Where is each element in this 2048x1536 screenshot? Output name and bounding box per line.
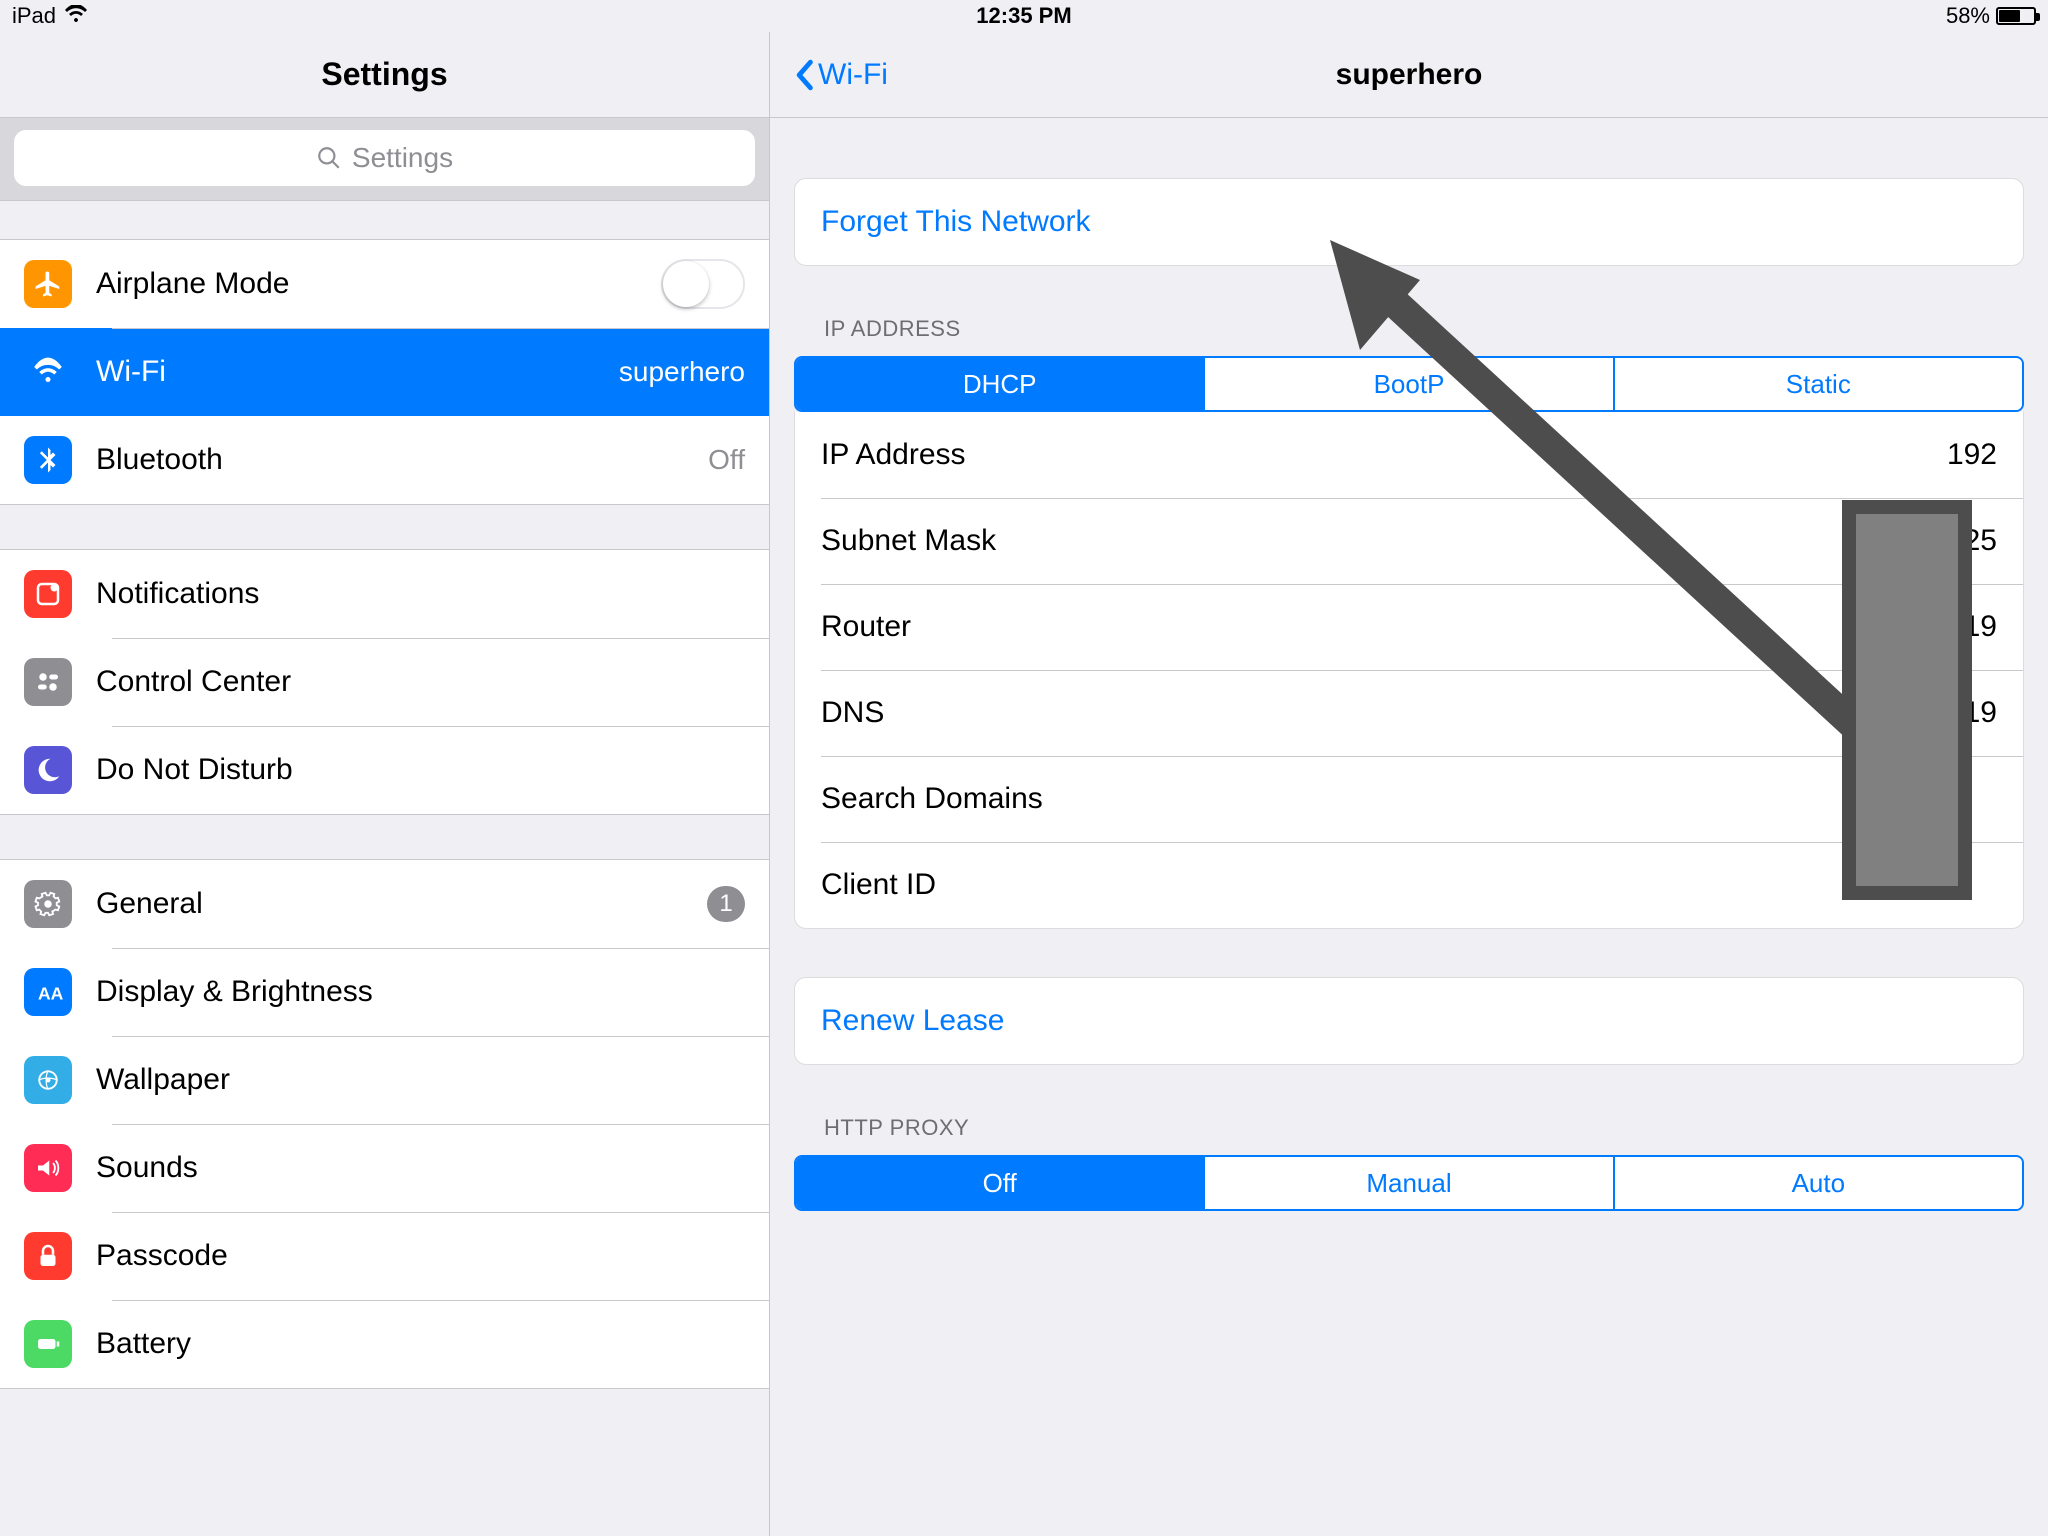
sidebar-item-value: Off (708, 444, 745, 476)
notifications-icon (24, 570, 72, 618)
svg-text:AA: AA (38, 984, 63, 1004)
ip-mode-segmented[interactable]: DHCP BootP Static (794, 356, 2024, 412)
sidebar-item-label: General (96, 887, 203, 921)
sidebar-item-label: Do Not Disturb (96, 753, 293, 787)
wifi-icon (24, 348, 72, 396)
seg-proxy-auto[interactable]: Auto (1613, 1157, 2022, 1209)
sidebar-item-bluetooth[interactable]: Bluetooth Off (0, 416, 769, 504)
ip-row-address[interactable]: IP Address 192 (795, 412, 2023, 498)
sidebar-header: Settings (0, 32, 769, 118)
battery-icon (24, 1320, 72, 1368)
sidebar-item-value: superhero (619, 356, 745, 388)
back-label: Wi-Fi (818, 58, 888, 92)
search-input[interactable]: Settings (14, 130, 755, 186)
proxy-segmented[interactable]: Off Manual Auto (794, 1155, 2024, 1211)
sidebar-item-airplane[interactable]: Airplane Mode (0, 240, 769, 328)
sidebar-item-dnd[interactable]: Do Not Disturb (0, 726, 769, 814)
gear-icon (24, 880, 72, 928)
sidebar-item-passcode[interactable]: Passcode (0, 1212, 769, 1300)
sidebar-item-label: Wallpaper (96, 1063, 230, 1097)
settings-sidebar: Settings Settings Airplane Mode (0, 32, 770, 1536)
sidebar-item-label: Control Center (96, 665, 291, 699)
sidebar-item-wallpaper[interactable]: Wallpaper (0, 1036, 769, 1124)
bluetooth-icon (24, 436, 72, 484)
sidebar-item-label: Passcode (96, 1239, 228, 1273)
sidebar-item-controlcenter[interactable]: Control Center (0, 638, 769, 726)
sidebar-item-battery[interactable]: Battery (0, 1300, 769, 1388)
status-bar: iPad 12:35 PM 58% (0, 0, 2048, 32)
badge: 1 (707, 886, 745, 922)
search-icon (316, 145, 342, 171)
seg-proxy-off[interactable]: Off (796, 1157, 1203, 1209)
sidebar-item-display[interactable]: AA Display & Brightness (0, 948, 769, 1036)
sidebar-item-notifications[interactable]: Notifications (0, 550, 769, 638)
sidebar-item-wifi[interactable]: Wi-Fi superhero (0, 328, 769, 416)
sidebar-item-label: Bluetooth (96, 443, 223, 477)
sidebar-item-label: Battery (96, 1327, 191, 1361)
battery-percent: 58% (1946, 3, 1990, 29)
seg-bootp[interactable]: BootP (1203, 358, 1612, 410)
sidebar-title: Settings (321, 56, 447, 93)
ip-row-router[interactable]: Router 19 (795, 584, 2023, 670)
forget-network-button[interactable]: Forget This Network (795, 179, 2023, 265)
search-placeholder: Settings (352, 142, 453, 174)
seg-static[interactable]: Static (1613, 358, 2022, 410)
ip-row-search-domains[interactable]: Search Domains (795, 756, 2023, 842)
ip-row-client-id[interactable]: Client ID (795, 842, 2023, 928)
sidebar-item-label: Display & Brightness (96, 975, 373, 1009)
sidebar-item-general[interactable]: General 1 (0, 860, 769, 948)
sidebar-item-sounds[interactable]: Sounds (0, 1124, 769, 1212)
lock-icon (24, 1232, 72, 1280)
battery-icon (1996, 7, 2036, 25)
renew-lease-button[interactable]: Renew Lease (795, 978, 2023, 1064)
control-center-icon (24, 658, 72, 706)
detail-title: superhero (1336, 58, 1483, 92)
sounds-icon (24, 1144, 72, 1192)
ip-row-subnet[interactable]: Subnet Mask 255.25 (795, 498, 2023, 584)
sidebar-item-label: Wi-Fi (96, 355, 166, 389)
ip-address-value: 192 (1947, 438, 1997, 472)
ip-section-label: IP ADDRESS (824, 316, 2024, 342)
seg-dhcp[interactable]: DHCP (796, 358, 1203, 410)
redaction-box (1842, 500, 1972, 900)
chevron-left-icon (794, 59, 814, 91)
sidebar-item-label: Sounds (96, 1151, 198, 1185)
device-label: iPad (12, 3, 56, 29)
clock: 12:35 PM (976, 3, 1071, 29)
airplane-toggle[interactable] (661, 259, 745, 309)
seg-proxy-manual[interactable]: Manual (1203, 1157, 1612, 1209)
proxy-section-label: HTTP PROXY (824, 1115, 2024, 1141)
display-icon: AA (24, 968, 72, 1016)
airplane-icon (24, 260, 72, 308)
wifi-status-icon (64, 3, 88, 29)
ip-row-dns[interactable]: DNS 19 (795, 670, 2023, 756)
sidebar-item-label: Notifications (96, 577, 259, 611)
wallpaper-icon (24, 1056, 72, 1104)
back-button[interactable]: Wi-Fi (794, 58, 888, 92)
moon-icon (24, 746, 72, 794)
sidebar-item-label: Airplane Mode (96, 267, 289, 301)
